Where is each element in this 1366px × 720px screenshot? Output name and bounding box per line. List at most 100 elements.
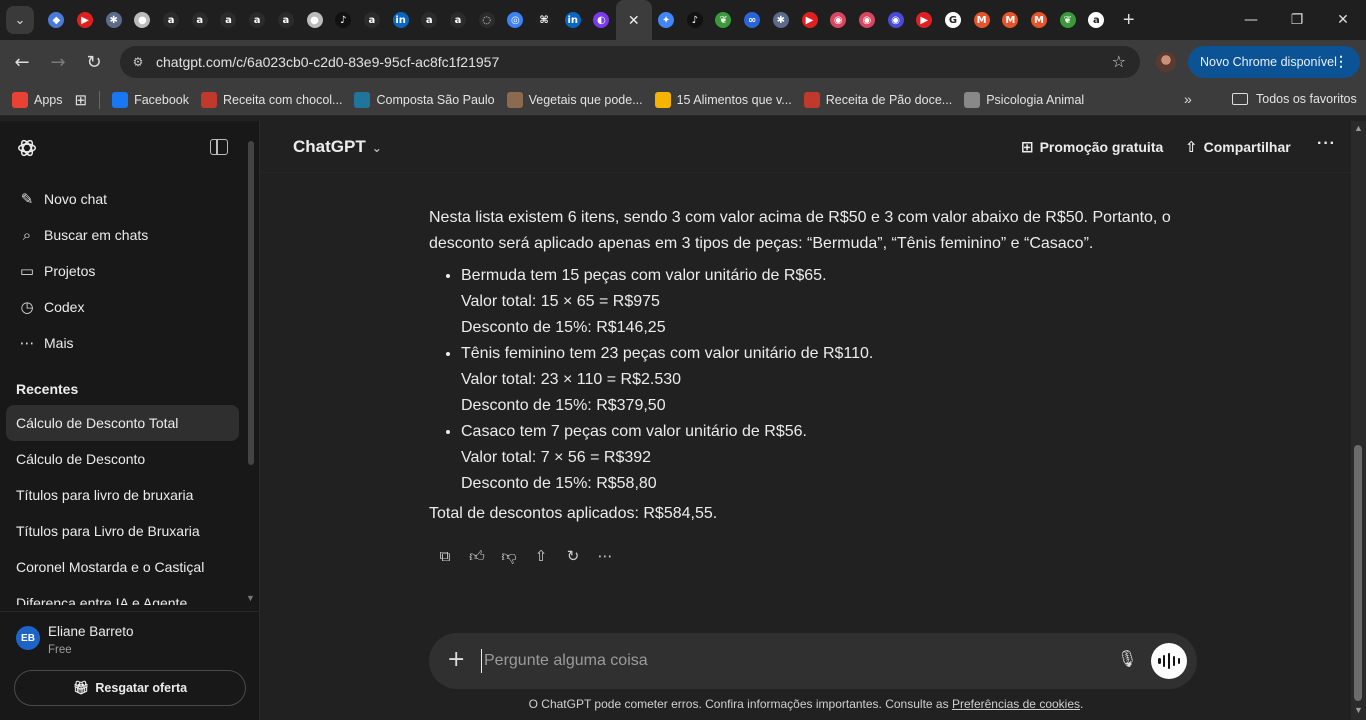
browser-tab[interactable]: ✱ (99, 0, 128, 40)
browser-tab[interactable]: a (243, 0, 272, 40)
minimize-button[interactable]: — (1228, 0, 1274, 40)
bookmark-item[interactable]: Receita de Pão doce... (803, 91, 952, 108)
browser-tab[interactable]: in (558, 0, 587, 40)
share-icon[interactable]: ⇧ (525, 544, 557, 568)
tab-groups-grid-icon[interactable]: ⊞ (75, 91, 88, 109)
bookmark-item[interactable]: Composta São Paulo (354, 91, 495, 108)
scroll-up-icon[interactable]: ▲ (1354, 123, 1363, 133)
bookmark-item[interactable]: Vegetais que pode... (506, 91, 643, 108)
browser-tab[interactable]: ◐ (587, 0, 616, 40)
recent-chat-item[interactable]: Coronel Mostarda e o Castiçal (6, 549, 239, 585)
bookmark-item[interactable]: Psicologia Animal (964, 91, 1084, 108)
browser-tab[interactable]: ● (128, 0, 157, 40)
browser-tab[interactable]: a (185, 0, 214, 40)
browser-tab[interactable]: ◎ (501, 0, 530, 40)
more-icon[interactable]: ⋯ (589, 544, 621, 568)
browser-tab[interactable]: M (996, 0, 1025, 40)
cookie-preferences-link[interactable]: Preferências de cookies (952, 697, 1080, 711)
recent-chat-item[interactable]: Diferença entre IA e Agente (6, 585, 239, 605)
scrollbar-thumb[interactable] (1354, 445, 1362, 701)
thumbs-up-icon[interactable]: 👍︎ (461, 544, 493, 568)
recent-chat-item[interactable]: Cálculo de Desconto Total (6, 405, 239, 441)
browser-tab[interactable]: a (157, 0, 186, 40)
thumbs-down-icon[interactable]: 👎︎ (493, 544, 525, 568)
active-tab-close-icon[interactable]: ✕ (615, 0, 652, 40)
recent-chat-item[interactable]: Cálculo de Desconto (6, 441, 239, 477)
tab-search-button[interactable]: ⌄ (6, 6, 34, 34)
scroll-down-icon[interactable]: ▼ (1354, 705, 1363, 715)
share-button[interactable]: ⇧ Compartilhar (1185, 138, 1291, 156)
model-selector[interactable]: ChatGPT ⌄ (293, 137, 382, 157)
redeem-offer-button[interactable]: 🎁︎ Resgatar oferta (14, 670, 246, 706)
profile-avatar[interactable] (1156, 52, 1176, 72)
browser-tab[interactable]: a (214, 0, 243, 40)
browser-tab[interactable]: ◆ (42, 0, 71, 40)
sidebar-item-novo-chat[interactable]: ✎ Novo chat (8, 181, 240, 217)
chrome-update-button[interactable]: Novo Chrome disponível ⋮ (1188, 46, 1360, 78)
browser-tab[interactable]: ▶ (71, 0, 100, 40)
sidebar-item-projetos[interactable]: ▭ Projetos (8, 253, 240, 289)
browser-tab[interactable]: ❦ (1053, 0, 1082, 40)
browser-tab[interactable]: ❦ (709, 0, 738, 40)
browser-tab[interactable]: ● (300, 0, 329, 40)
more-options-button[interactable]: ··· (1317, 135, 1336, 153)
browser-tab[interactable]: ∞ (738, 0, 767, 40)
free-promo-button[interactable]: ⊞ Promoção gratuita (1021, 138, 1163, 156)
browser-tab[interactable]: ◉ (853, 0, 882, 40)
browser-tab[interactable]: a (272, 0, 301, 40)
browser-tab[interactable]: ⌘ (530, 0, 559, 40)
bookmark-item[interactable]: 15 Alimentos que v... (654, 91, 792, 108)
scroll-down-icon[interactable]: ▼ (246, 593, 255, 603)
bookmarks-folder[interactable]: Todos os favoritos (1232, 92, 1357, 106)
main-scrollbar[interactable]: ▲ ▼ (1351, 121, 1366, 720)
close-window-button[interactable]: ✕ (1320, 0, 1366, 40)
voice-mode-button[interactable] (1151, 643, 1187, 679)
browser-tab[interactable]: in (386, 0, 415, 40)
sidebar-item-mais[interactable]: ⋯ Mais (8, 325, 240, 361)
mail-icon: M (1031, 12, 1048, 28)
url-text[interactable]: chatgpt.com/c/6a023cb0-c2d0-83e9-95cf-ac… (156, 54, 499, 70)
bookmark-item[interactable]: Apps (12, 91, 63, 108)
add-attachment-icon[interactable]: + (447, 647, 465, 672)
letter-a-icon: a (449, 12, 466, 28)
browser-tab[interactable]: ♪ (680, 0, 709, 40)
user-profile[interactable]: EB Eliane Barreto Free (0, 611, 259, 661)
sidebar-item-buscar-em-chats[interactable]: ⌕ Buscar em chats (8, 217, 240, 253)
site-settings-icon[interactable]: ⚙ (130, 54, 146, 70)
browser-tab[interactable]: ▶ (910, 0, 939, 40)
recent-chat-item[interactable]: Títulos para Livro de Bruxaria (6, 513, 239, 549)
browser-tab[interactable]: G (939, 0, 968, 40)
sidebar-toggle-icon[interactable] (210, 139, 228, 155)
browser-tab[interactable]: ◉ (881, 0, 910, 40)
back-button[interactable]: ← (4, 44, 40, 80)
browser-tab[interactable]: ◉ (824, 0, 853, 40)
browser-tab[interactable]: a (444, 0, 473, 40)
sidebar-scrollbar[interactable] (248, 141, 254, 465)
reload-button[interactable]: ↻ (76, 44, 112, 80)
bookmark-item[interactable]: Facebook (112, 91, 189, 108)
copy-icon[interactable]: ⧉ (429, 544, 461, 568)
forward-button[interactable]: → (40, 44, 76, 80)
browser-tab[interactable]: M (1025, 0, 1054, 40)
bookmarks-overflow-icon[interactable]: » (1184, 91, 1192, 107)
new-tab-button[interactable]: + (1117, 9, 1141, 32)
browser-tab[interactable]: ▶ (795, 0, 824, 40)
browser-tab[interactable]: ✦ (652, 0, 681, 40)
sidebar-item-codex[interactable]: ◷ Codex (8, 289, 240, 325)
bookmark-item[interactable]: Receita com chocol... (200, 91, 342, 108)
prompt-input[interactable] (481, 649, 1081, 673)
openai-logo-icon[interactable] (16, 137, 38, 159)
browser-tab[interactable]: a (1082, 0, 1111, 40)
bookmark-star-icon[interactable]: ☆ (1112, 52, 1126, 71)
microphone-icon[interactable]: 🎙︎ (1117, 649, 1137, 668)
browser-tab[interactable]: ◌ (472, 0, 501, 40)
browser-tab[interactable]: M (967, 0, 996, 40)
browser-tab[interactable]: ✱ (767, 0, 796, 40)
recent-chat-item[interactable]: Títulos para livro de bruxaria (6, 477, 239, 513)
browser-tab[interactable]: ♪ (329, 0, 358, 40)
regenerate-icon[interactable]: ↻ (557, 544, 589, 568)
restore-button[interactable]: ❐ (1274, 0, 1320, 40)
browser-tab[interactable]: a (358, 0, 387, 40)
address-bar[interactable]: ⚙ chatgpt.com/c/6a023cb0-c2d0-83e9-95cf-… (120, 46, 1140, 78)
browser-tab[interactable]: a (415, 0, 444, 40)
